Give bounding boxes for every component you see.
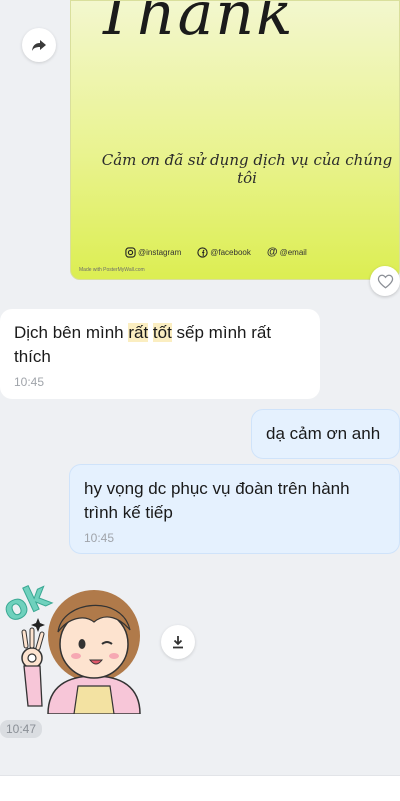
input-bar[interactable] xyxy=(0,775,400,801)
message-text: Dịch bên mình rất tốt sếp mình rất thích xyxy=(14,323,272,366)
download-icon xyxy=(173,636,183,649)
image-message[interactable]: Thank Cảm ơn đã sử dụng dịch vụ của chún… xyxy=(70,0,400,280)
sticker-text: ok xyxy=(2,575,57,631)
react-heart-button[interactable] xyxy=(370,266,400,296)
instagram-icon xyxy=(125,246,136,258)
download-sticker-button[interactable] xyxy=(161,625,195,659)
made-with-label: Made with PosterMyWall.com xyxy=(79,267,145,273)
sticker-girl-ok-image: ok xyxy=(0,574,141,715)
thank-you-script: Thank xyxy=(95,0,295,49)
social-instagram: @instagram xyxy=(125,246,181,258)
outgoing-message[interactable]: hy vọng dc phục vụ đoàn trên hành trình … xyxy=(69,464,400,554)
social-links: @instagram @facebook @ @email xyxy=(125,246,307,258)
social-email: @ @email xyxy=(266,246,307,258)
facebook-icon xyxy=(197,246,208,258)
message-time: 10:45 xyxy=(14,375,45,389)
incoming-message[interactable]: Dịch bên mình rất tốt sếp mình rất thích… xyxy=(0,309,320,399)
forward-button[interactable] xyxy=(22,28,56,62)
social-facebook: @facebook xyxy=(197,246,251,258)
message-text: dạ cảm ơn anh xyxy=(266,424,381,443)
heart-outline-icon xyxy=(377,274,393,289)
message-time: 10:45 xyxy=(84,531,115,545)
highlight-word: rất xyxy=(128,323,149,342)
thank-you-line: Cảm ơn đã sử dụng dịch vụ của chúng tôi xyxy=(101,151,393,187)
sticker-time: 10:47 xyxy=(0,720,43,738)
share-arrow-icon xyxy=(32,40,46,51)
highlight-word: tốt xyxy=(152,323,172,342)
outgoing-message[interactable]: dạ cảm ơn anh xyxy=(251,409,400,459)
at-sign-icon: @ xyxy=(266,246,278,258)
ok-sticker[interactable]: ok xyxy=(0,566,150,715)
message-text: hy vọng dc phục vụ đoàn trên hành trình … xyxy=(84,479,350,522)
